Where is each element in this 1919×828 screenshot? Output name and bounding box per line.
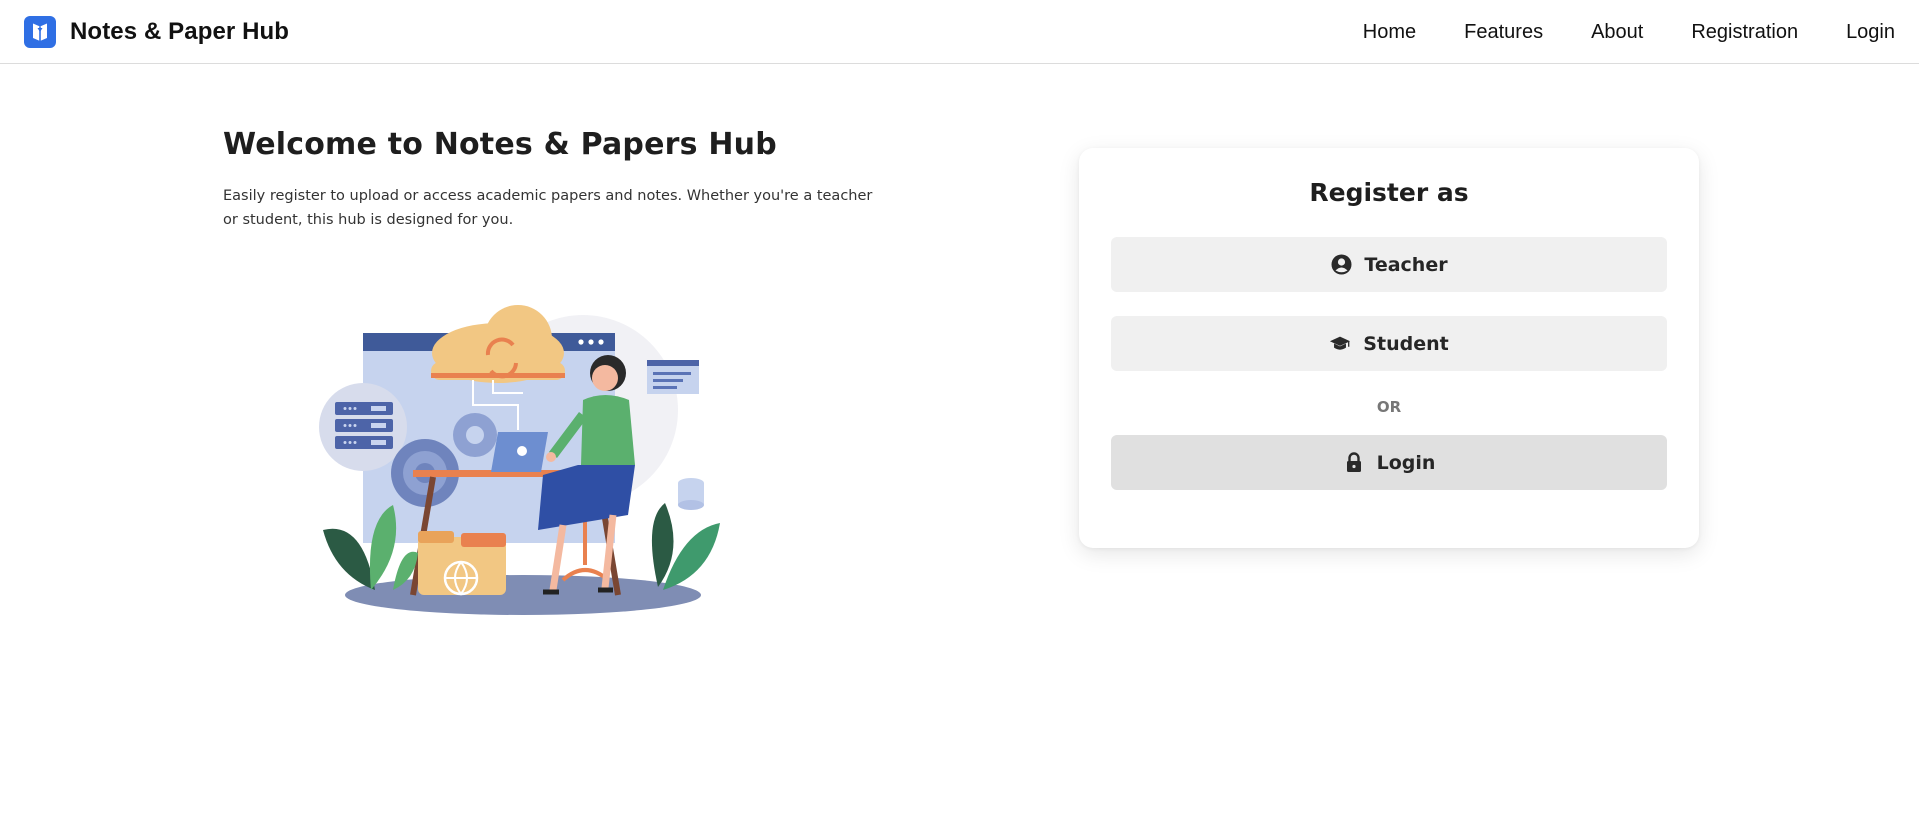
or-divider: OR — [1376, 398, 1402, 416]
brand-link[interactable]: Notes & Paper Hub — [24, 15, 289, 49]
nav-links: Home Features About Registration Login — [1339, 0, 1919, 64]
nav-link-home[interactable]: Home — [1339, 21, 1440, 44]
graduation-cap-icon — [1329, 333, 1351, 355]
hero-title: Welcome to Notes & Papers Hub — [223, 127, 777, 162]
nav-link-about[interactable]: About — [1567, 21, 1667, 44]
brand-title: Notes & Paper Hub — [70, 18, 290, 45]
register-teacher-label: Teacher — [1364, 253, 1448, 276]
register-card-title: Register as — [1309, 178, 1469, 207]
book-icon — [24, 16, 56, 48]
register-student-button[interactable]: Student — [1111, 316, 1667, 371]
nav-link-features[interactable]: Features — [1440, 21, 1567, 44]
register-teacher-button[interactable]: Teacher — [1111, 237, 1667, 292]
register-card: Register as Teacher Student OR Login — [1079, 148, 1699, 548]
navbar: Notes & Paper Hub Home Features About Re… — [0, 0, 1919, 64]
user-circle-icon — [1330, 254, 1352, 276]
login-button[interactable]: Login — [1111, 435, 1667, 490]
hero-illustration — [313, 305, 733, 620]
lock-icon — [1343, 452, 1365, 474]
hero-description: Easily register to upload or access acad… — [223, 188, 873, 228]
nav-link-login[interactable]: Login — [1822, 21, 1919, 44]
register-student-label: Student — [1363, 332, 1449, 355]
login-button-label: Login — [1376, 451, 1436, 474]
nav-link-registration[interactable]: Registration — [1667, 21, 1822, 44]
